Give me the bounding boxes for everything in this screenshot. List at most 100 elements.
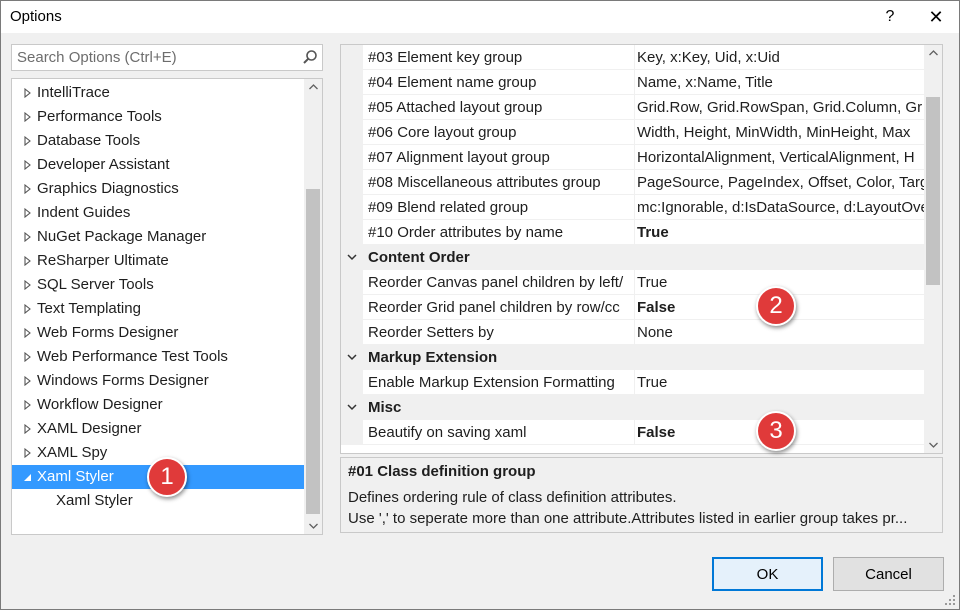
tree-item[interactable]: Graphics Diagnostics [12, 177, 304, 201]
property-name: #03 Element key group [363, 45, 635, 70]
property-row[interactable]: Reorder Canvas panel children by left/Tr… [341, 270, 925, 295]
close-button[interactable]: ✕ [913, 1, 959, 33]
property-row[interactable]: #04 Element name group Name, x:Name, Titl… [341, 70, 925, 95]
search-input[interactable] [12, 45, 297, 70]
collapse-chevron-icon[interactable] [344, 345, 360, 370]
tree-item[interactable]: Database Tools [12, 129, 304, 153]
cancel-button[interactable]: Cancel [833, 557, 944, 591]
row-gutter [341, 70, 363, 95]
tree-scroll-thumb[interactable] [306, 189, 320, 514]
collapsed-triangle-icon[interactable] [21, 297, 33, 321]
property-row[interactable]: #06 Core layout group Width, Height, MinW… [341, 120, 925, 145]
category-label: Misc [368, 399, 402, 416]
tree-item[interactable]: Text Templating [12, 297, 304, 321]
collapsed-triangle-icon[interactable] [21, 153, 33, 177]
annotation-badge-2: 2 [756, 286, 796, 326]
tree-scrollbar[interactable] [304, 79, 322, 534]
row-gutter [341, 145, 363, 170]
property-value[interactable]: Width, Height, MinWidth, MinHeight, Max [635, 120, 925, 145]
expanded-triangle-icon[interactable] [21, 465, 33, 489]
collapsed-triangle-icon[interactable] [21, 201, 33, 225]
collapsed-triangle-icon[interactable] [21, 225, 33, 249]
property-value[interactable]: True [635, 370, 925, 395]
collapsed-triangle-icon[interactable] [21, 417, 33, 441]
tree-item[interactable]: SQL Server Tools [12, 273, 304, 297]
collapsed-triangle-icon[interactable] [21, 441, 33, 465]
property-row[interactable]: #07 Alignment layout group HorizontalAlig… [341, 145, 925, 170]
tree-item[interactable]: XAML Designer [12, 417, 304, 441]
tree-item-label: Xaml Styler [56, 492, 133, 509]
property-row[interactable]: Reorder Setters by None [341, 320, 925, 345]
scroll-down-icon[interactable] [924, 437, 942, 453]
collapsed-triangle-icon[interactable] [21, 105, 33, 129]
tree-item[interactable]: ReSharper Ultimate [12, 249, 304, 273]
collapsed-triangle-icon[interactable] [21, 369, 33, 393]
row-gutter [341, 120, 363, 145]
tree-item-label: XAML Spy [37, 444, 108, 461]
property-name: #07 Alignment layout group [363, 145, 635, 170]
category-header[interactable]: Content Order [341, 245, 925, 270]
collapsed-triangle-icon[interactable] [21, 393, 33, 417]
collapsed-triangle-icon[interactable] [21, 273, 33, 297]
window-title: Options [10, 8, 62, 25]
tree-item[interactable]: Web Performance Test Tools [12, 345, 304, 369]
annotation-badge-1: 1 [147, 457, 187, 497]
help-button[interactable]: ? [867, 1, 913, 33]
tree-item[interactable]: Developer Assistant [12, 153, 304, 177]
collapsed-triangle-icon[interactable] [21, 345, 33, 369]
tree-item[interactable]: Performance Tools [12, 105, 304, 129]
tree-item-label: Workflow Designer [37, 396, 163, 413]
property-row[interactable]: #08 Miscellaneous attributes group PageSo… [341, 170, 925, 195]
property-row[interactable]: #05 Attached layout group Grid.Row, Grid.… [341, 95, 925, 120]
collapsed-triangle-icon[interactable] [21, 177, 33, 201]
property-value[interactable]: mc:Ignorable, d:IsDataSource, d:LayoutOv… [635, 195, 925, 220]
scroll-down-icon[interactable] [304, 518, 322, 534]
property-row[interactable]: #09 Blend related group mc:Ignorable, d:I… [341, 195, 925, 220]
close-icon: ✕ [928, 6, 944, 27]
property-name: Reorder Canvas panel children by left/ [363, 270, 635, 295]
collapsed-triangle-icon[interactable] [21, 129, 33, 153]
ok-button[interactable]: OK [712, 557, 823, 591]
tree-item[interactable]: Web Forms Designer [12, 321, 304, 345]
category-header[interactable]: Markup Extension [341, 345, 925, 370]
category-label: Markup Extension [368, 349, 498, 366]
property-grid[interactable]: #03 Element key group Key, x:Key, Uid, x:… [340, 44, 943, 454]
tree-item[interactable]: IntelliTrace [12, 81, 304, 105]
tree-item-label: IntelliTrace [37, 84, 110, 101]
grid-scrollbar[interactable] [924, 45, 942, 453]
resize-grip-icon[interactable] [944, 594, 956, 606]
property-value[interactable]: Name, x:Name, Title [635, 70, 925, 95]
collapsed-triangle-icon[interactable] [21, 321, 33, 345]
search-box [11, 44, 323, 71]
tree-item[interactable]: NuGet Package Manager [12, 225, 304, 249]
collapse-chevron-icon[interactable] [344, 395, 360, 420]
collapsed-triangle-icon[interactable] [21, 81, 33, 105]
property-row[interactable]: Reorder Grid panel children by row/cc Fal… [341, 295, 925, 320]
description-line: Use ',' to seperate more than one attrib… [348, 510, 908, 527]
property-value[interactable]: PageSource, PageIndex, Offset, Color, Ta… [635, 170, 925, 195]
property-name: Reorder Grid panel children by row/cc [363, 295, 635, 320]
tree-item-label: Developer Assistant [37, 156, 170, 173]
property-row[interactable]: Enable Markup Extension Formatting True [341, 370, 925, 395]
search-icon[interactable] [300, 48, 320, 68]
grid-scroll-thumb[interactable] [926, 97, 940, 285]
scroll-up-icon[interactable] [304, 79, 322, 95]
property-row[interactable]: #10 Order attributes by name True [341, 220, 925, 245]
tree-item[interactable]: Windows Forms Designer [12, 369, 304, 393]
property-row[interactable]: Beautify on saving xaml False [341, 420, 925, 445]
tree-item[interactable]: Workflow Designer [12, 393, 304, 417]
property-row[interactable]: #03 Element key group Key, x:Key, Uid, x:… [341, 45, 925, 70]
category-header[interactable]: Misc [341, 395, 925, 420]
description-text: Defines ordering rule of class definitio… [348, 487, 938, 529]
title-bar: Options ? ✕ [1, 1, 959, 33]
property-name: Beautify on saving xaml [363, 420, 635, 445]
property-value[interactable]: Key, x:Key, Uid, x:Uid [635, 45, 925, 70]
property-value[interactable]: Grid.Row, Grid.RowSpan, Grid.Column, Gr [635, 95, 925, 120]
collapse-chevron-icon[interactable] [344, 245, 360, 270]
property-name: #04 Element name group [363, 70, 635, 95]
tree-item[interactable]: Indent Guides [12, 201, 304, 225]
collapsed-triangle-icon[interactable] [21, 249, 33, 273]
property-value[interactable]: True [635, 220, 925, 245]
property-value[interactable]: HorizontalAlignment, VerticalAlignment, … [635, 145, 925, 170]
scroll-up-icon[interactable] [924, 45, 942, 61]
